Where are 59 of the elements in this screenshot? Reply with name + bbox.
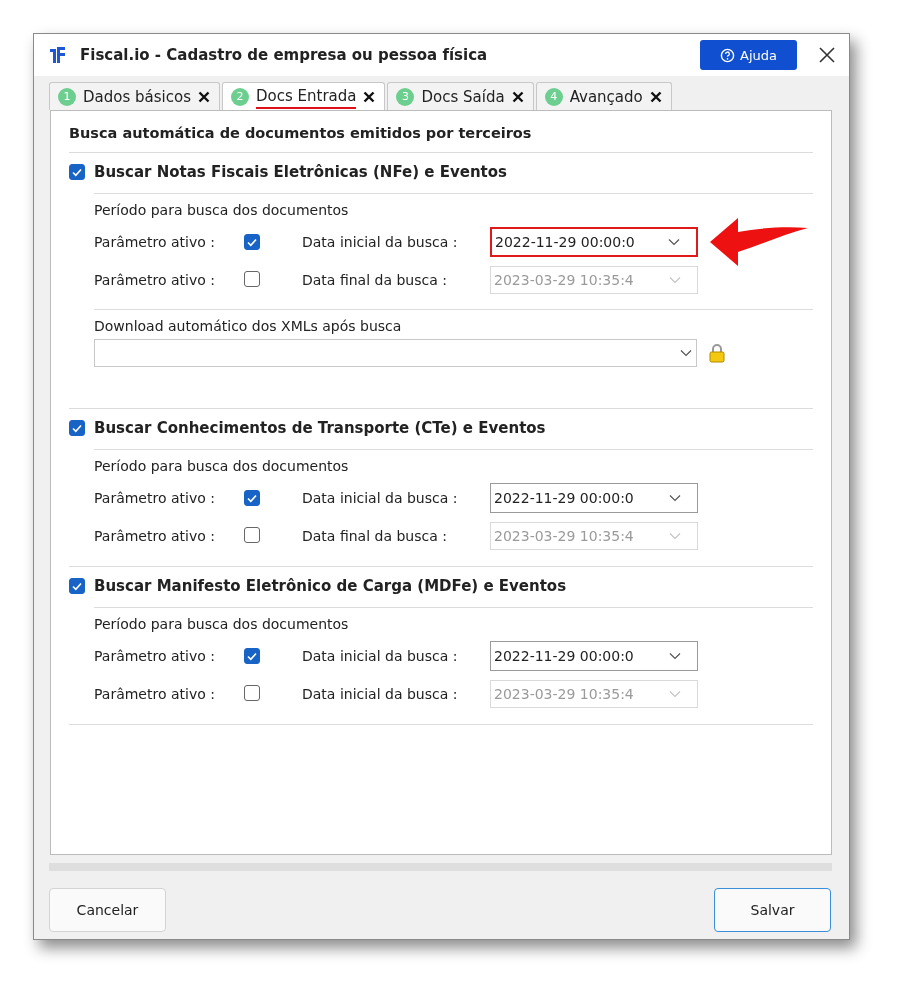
period-label: Período para busca dos documentos — [94, 616, 350, 632]
tab[interactable]: 3 Docs Saída — [387, 82, 534, 110]
period-label: Período para busca dos documentos — [94, 458, 350, 474]
checkbox[interactable] — [69, 420, 85, 436]
step-number: 4 — [544, 87, 563, 106]
save-button[interactable]: Salvar — [714, 888, 831, 932]
section-title: Buscar Manifesto Eletrônico de Carga (MDFe) e Eventos — [94, 577, 567, 595]
close-icon[interactable] — [649, 90, 662, 103]
date-field[interactable]: 2022-11-29 00:00:0 — [490, 483, 698, 513]
parameter-label: Parâmetro ativo : — [94, 648, 216, 664]
checkmark-icon — [71, 580, 83, 592]
lock-icon[interactable] — [709, 343, 725, 363]
checkmark-icon — [71, 166, 83, 178]
date-label: Data final da busca : — [302, 528, 448, 544]
chevron-down-icon — [680, 349, 692, 357]
step-number: 2 — [230, 87, 249, 106]
checkbox[interactable] — [69, 164, 85, 180]
tab[interactable]: 2 Docs Entrada — [221, 82, 386, 110]
section-title: Buscar Notas Fiscais Eletrônicas (NFe) e Eventos — [94, 163, 507, 181]
parameter-label: Parâmetro ativo : — [94, 272, 216, 288]
chevron-down-icon — [669, 652, 681, 660]
close-icon[interactable] — [819, 47, 835, 63]
parameter-label: Parâmetro ativo : — [94, 234, 216, 250]
date-label: Data final da busca : — [302, 272, 448, 288]
checkbox[interactable] — [69, 578, 85, 594]
date-label: Data inicial da busca : — [302, 686, 459, 702]
close-icon[interactable] — [511, 90, 524, 103]
chevron-down-icon — [669, 494, 681, 502]
checkbox[interactable] — [244, 489, 260, 506]
step-number: 3 — [396, 87, 415, 106]
cancel-button[interactable]: Cancelar — [49, 888, 166, 932]
close-icon[interactable] — [197, 90, 210, 103]
date-field[interactable]: 2022-11-29 00:00:0 — [490, 641, 698, 671]
parameter-label: Parâmetro ativo : — [94, 686, 216, 702]
period-label: Período para busca dos documentos — [94, 202, 350, 218]
checkbox[interactable] — [244, 647, 260, 664]
tab[interactable]: 1 Dados básicos — [49, 82, 220, 110]
date-label: Data inicial da busca : — [302, 648, 459, 664]
parameter-label: Parâmetro ativo : — [94, 528, 216, 544]
help-button[interactable]: Ajuda — [700, 40, 797, 70]
parameter-label: Parâmetro ativo : — [94, 490, 216, 506]
date-label: Data inicial da busca : — [302, 490, 459, 506]
date-field[interactable]: 2022-11-29 00:00:0 — [490, 227, 698, 257]
section-heading: Busca automática de documentos emitidos por terceiros — [69, 125, 533, 141]
section-title: Buscar Conhecimentos de Transporte (CTe) e Eventos — [94, 419, 546, 437]
logo-icon — [48, 45, 66, 65]
tab[interactable]: 4 Avançado — [535, 82, 672, 110]
chevron-down-icon — [668, 238, 680, 246]
step-number: 1 — [58, 87, 76, 106]
chevron-down-icon — [669, 276, 681, 284]
checkbox[interactable] — [244, 233, 260, 250]
close-icon[interactable] — [363, 90, 376, 103]
date-label: Data inicial da busca : — [302, 234, 459, 250]
help-icon — [720, 47, 735, 63]
window-title: Fiscal.io - Cadastro de empresa ou pessoa física — [80, 46, 489, 64]
download-label: Download automático dos XMLs após busca — [94, 318, 403, 334]
chevron-down-icon — [669, 690, 681, 698]
checkmark-icon — [71, 422, 83, 434]
chevron-down-icon — [669, 532, 681, 540]
